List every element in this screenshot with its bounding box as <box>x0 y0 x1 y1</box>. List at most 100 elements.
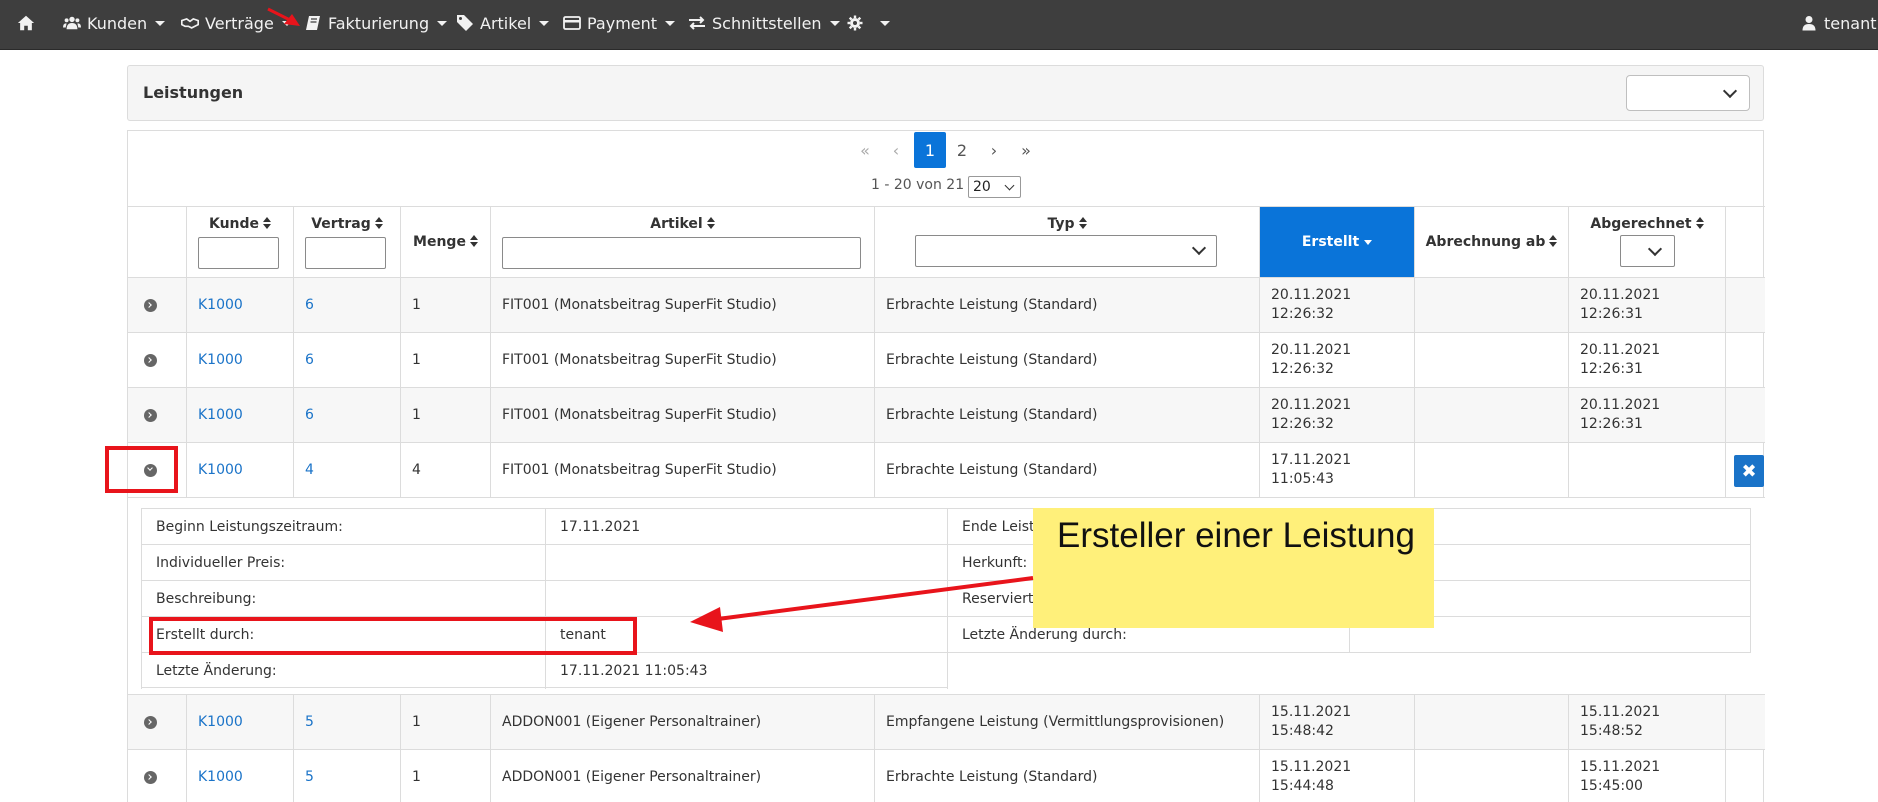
letzte-aenderung-value: 17.11.2021 11:05:43 <box>545 653 948 689</box>
cell-vertrag: 5 <box>293 695 400 749</box>
col-actions <box>1725 207 1765 277</box>
tags-icon <box>456 14 474 32</box>
abgerechnet-filter-select[interactable] <box>1620 235 1675 267</box>
nav-payment[interactable]: Payment <box>563 0 676 46</box>
book-icon <box>304 14 322 32</box>
abgerechnet-date: 15.11.2021 <box>1580 704 1661 720</box>
vertrag-link[interactable]: 4 <box>305 462 314 478</box>
kunde-link[interactable]: K1000 <box>198 407 243 423</box>
expand-cell[interactable] <box>128 278 186 332</box>
table-row-expanded: K1000 4 4 FIT001 (Monatsbeitrag SuperFit… <box>128 443 1765 498</box>
chevron-down-icon <box>539 20 550 26</box>
col-typ-label: Typ <box>1047 216 1075 232</box>
sort-menge[interactable]: Menge <box>401 234 490 250</box>
expand-cell[interactable] <box>128 695 186 749</box>
results-container: « ‹ 1 2 › » 1 - 20 von 21 20 Kunde Vertr… <box>127 130 1765 802</box>
pager-page-2[interactable]: 2 <box>946 132 978 168</box>
nav-vertraege[interactable]: Verträge <box>181 0 292 46</box>
gear-icon <box>846 14 864 32</box>
expand-cell[interactable] <box>128 333 186 387</box>
page-size-value: 20 <box>973 179 991 195</box>
cell-artikel: FIT001 (Monatsbeitrag SuperFit Studio) <box>490 278 874 332</box>
cell-vertrag: 4 <box>293 443 400 497</box>
cell-menge: 1 <box>400 278 490 332</box>
kunde-link[interactable]: K1000 <box>198 352 243 368</box>
typ-filter-select[interactable] <box>915 235 1217 267</box>
vertrag-link[interactable]: 5 <box>305 714 314 730</box>
table-header: Kunde Vertrag Menge Artikel Typ Erstellt… <box>128 206 1765 278</box>
col-kunde: Kunde <box>186 207 293 277</box>
sort-abrechnung-ab[interactable]: Abrechnung ab <box>1415 234 1568 250</box>
pager-first[interactable]: « <box>849 132 881 168</box>
erstellt-time: 11:05:43 <box>1271 471 1334 487</box>
sort-artikel[interactable]: Artikel <box>491 216 874 232</box>
cell-erstellt: 20.11.2021 12:26:32 <box>1259 333 1414 387</box>
cell-abrechnung-ab <box>1414 695 1568 749</box>
sort-icon <box>1695 217 1704 229</box>
page-size-select[interactable]: 20 <box>968 176 1021 198</box>
cell-kunde: K1000 <box>186 278 293 332</box>
pager-page-1[interactable]: 1 <box>914 132 946 168</box>
vertrag-link[interactable]: 6 <box>305 407 314 423</box>
expand-cell[interactable] <box>128 750 186 802</box>
delete-button[interactable]: ✖ <box>1734 455 1764 487</box>
vertrag-link[interactable]: 6 <box>305 352 314 368</box>
nav-schnittstellen[interactable]: Schnittstellen <box>688 0 840 46</box>
abgerechnet-date: 20.11.2021 <box>1580 287 1661 303</box>
kunde-link[interactable]: K1000 <box>198 769 243 785</box>
abgerechnet-time: 15:45:00 <box>1580 778 1643 794</box>
pager-prev[interactable]: ‹ <box>880 132 912 168</box>
cell-artikel: FIT001 (Monatsbeitrag SuperFit Studio) <box>490 333 874 387</box>
user-menu[interactable]: tenant <box>1800 0 1876 46</box>
erstellt-time: 12:26:32 <box>1271 306 1334 322</box>
abgerechnet-time: 15:48:52 <box>1580 723 1643 739</box>
expand-cell[interactable] <box>128 388 186 442</box>
cell-abgerechnet: 20.11.2021 12:26:31 <box>1568 278 1725 332</box>
table-row: K1000 6 1 FIT001 (Monatsbeitrag SuperFit… <box>128 278 1765 333</box>
col-vertrag-label: Vertrag <box>311 216 371 232</box>
cell-menge: 4 <box>400 443 490 497</box>
kunde-link[interactable]: K1000 <box>198 462 243 478</box>
pager-last[interactable]: » <box>1010 132 1042 168</box>
sort-icon <box>374 217 383 229</box>
sort-kunde[interactable]: Kunde <box>187 216 293 232</box>
chevron-down-icon <box>437 20 448 26</box>
sort-abgerechnet[interactable]: Abgerechnet <box>1569 216 1725 232</box>
sort-icon <box>263 217 272 229</box>
vertrag-link[interactable]: 6 <box>305 297 314 313</box>
panel-options-select[interactable] <box>1626 75 1750 111</box>
erstellt-date: 15.11.2021 <box>1271 759 1352 775</box>
nav-settings[interactable] <box>846 0 890 46</box>
pager-next[interactable]: › <box>978 132 1010 168</box>
preis-label: Individueller Preis: <box>141 545 545 581</box>
erstellt-time: 12:26:32 <box>1271 416 1334 432</box>
artikel-filter-input[interactable] <box>502 237 861 269</box>
cell-menge: 1 <box>400 333 490 387</box>
vertrag-link[interactable]: 5 <box>305 769 314 785</box>
annotation-sticky-text: Ersteller einer Leistung <box>1057 516 1415 555</box>
chevron-down-icon <box>1004 180 1015 191</box>
kunde-filter-input[interactable] <box>198 237 279 269</box>
sort-vertrag[interactable]: Vertrag <box>294 216 400 232</box>
home-link[interactable] <box>17 0 35 46</box>
chevron-down-icon <box>1722 83 1738 99</box>
nav-fakturierung[interactable]: Fakturierung <box>304 0 448 46</box>
sort-erstellt[interactable]: Erstellt <box>1260 234 1414 250</box>
kunde-link[interactable]: K1000 <box>198 297 243 313</box>
letzte-aenderung-label: Letzte Änderung: <box>141 653 545 689</box>
cell-abrechnung-ab <box>1414 388 1568 442</box>
user-icon <box>1800 14 1818 32</box>
cell-typ: Empfangene Leistung (Vermittlungsprovisi… <box>874 695 1259 749</box>
exchange-icon <box>688 14 706 32</box>
kunde-link[interactable]: K1000 <box>198 714 243 730</box>
vertrag-filter-input[interactable] <box>305 237 386 269</box>
nav-kunden[interactable]: Kunden <box>63 0 166 46</box>
cell-menge: 1 <box>400 388 490 442</box>
home-icon <box>17 14 35 32</box>
nav-artikel[interactable]: Artikel <box>456 0 550 46</box>
cell-menge: 1 <box>400 695 490 749</box>
col-abgerechnet-label: Abgerechnet <box>1590 216 1692 232</box>
sort-typ[interactable]: Typ <box>875 216 1259 232</box>
cell-kunde: K1000 <box>186 388 293 442</box>
col-menge-label: Menge <box>413 234 466 250</box>
